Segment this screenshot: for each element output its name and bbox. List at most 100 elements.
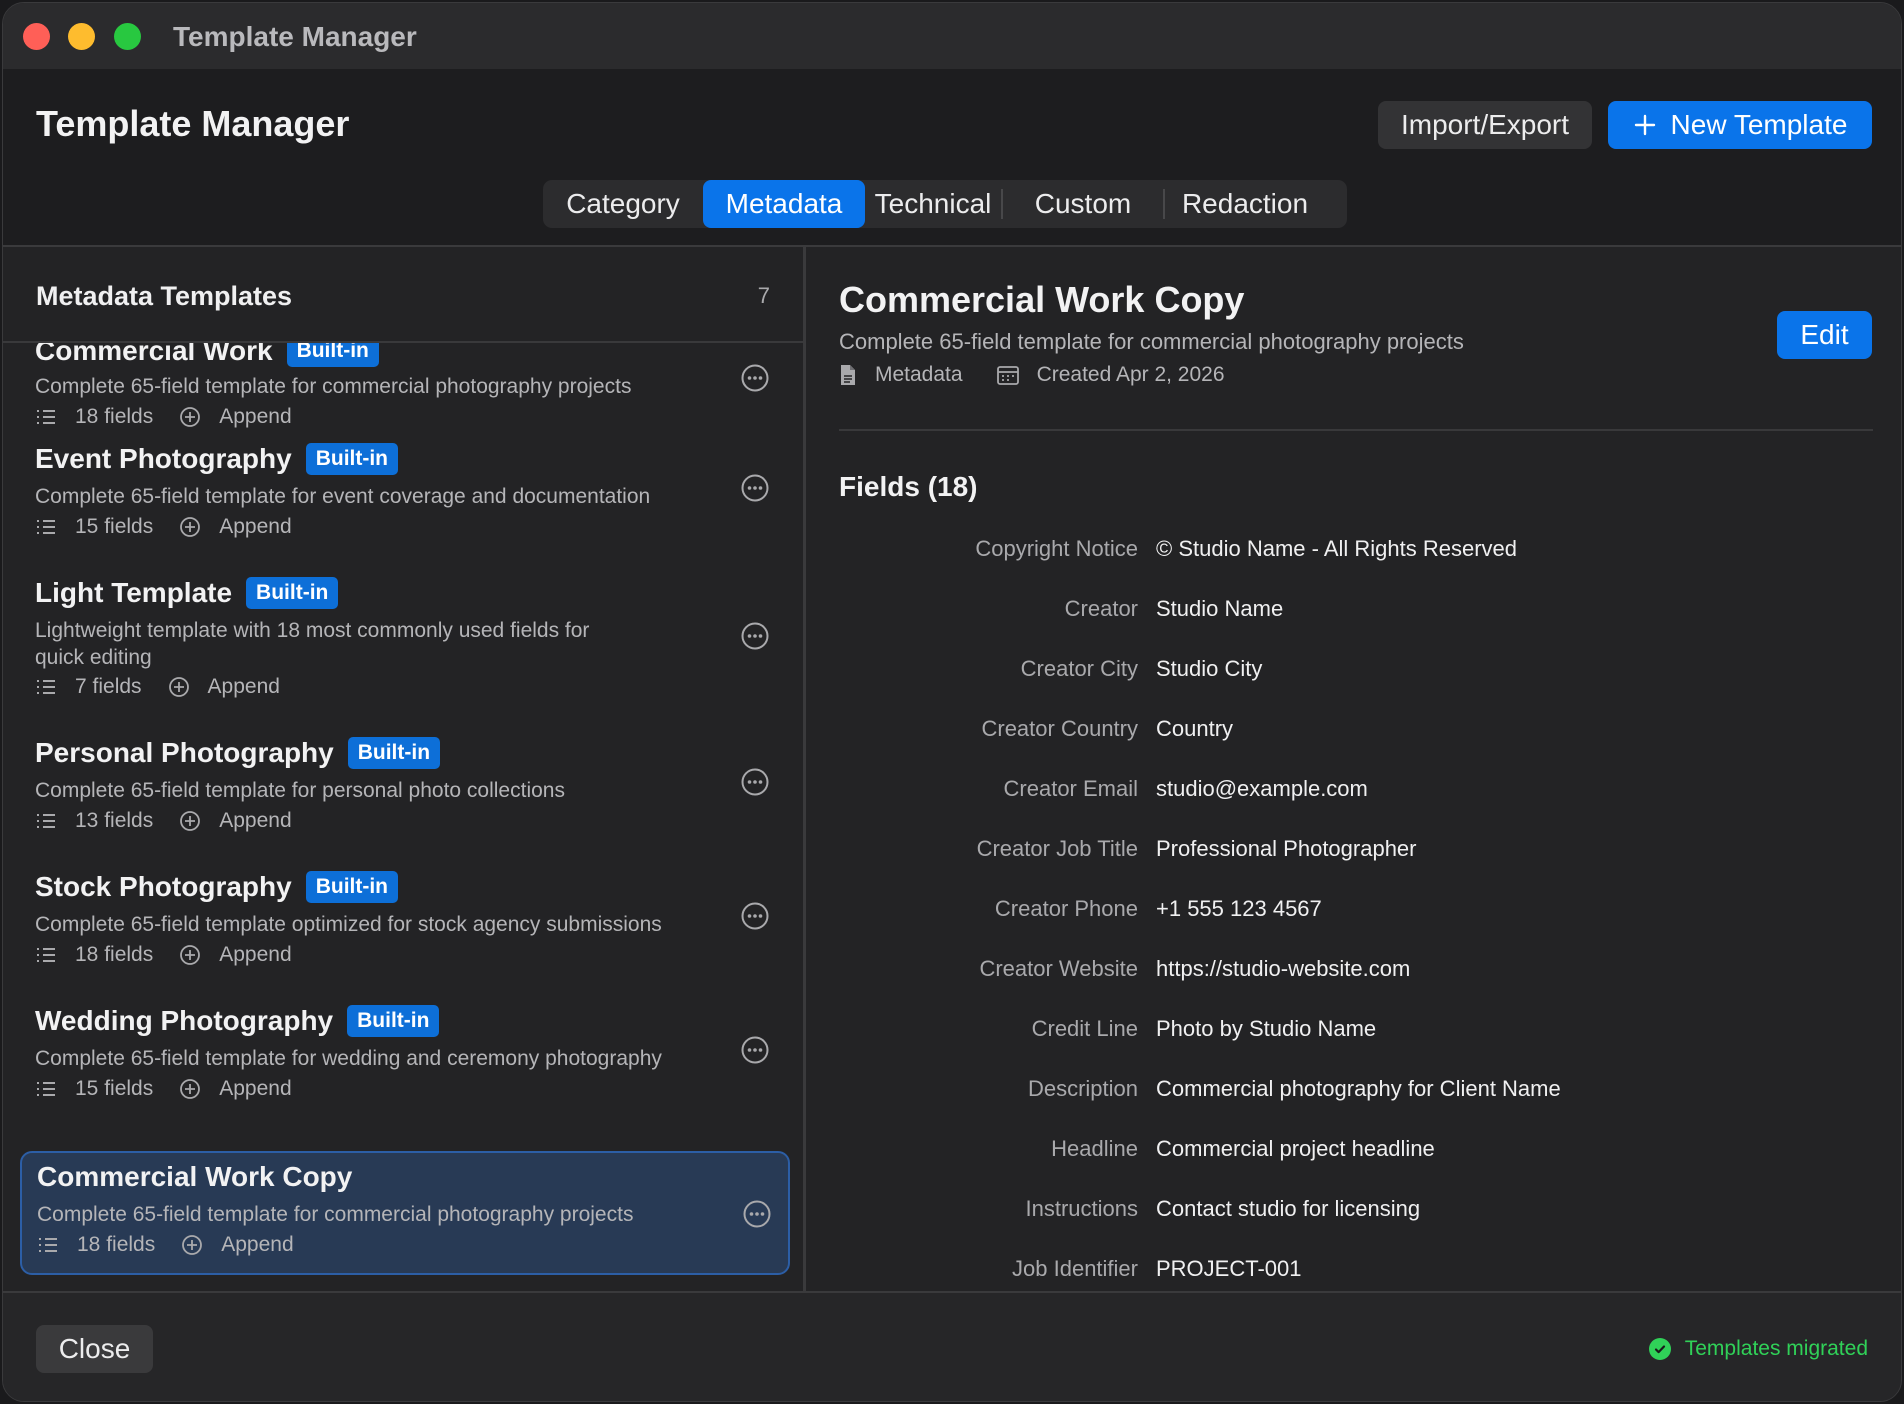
list-item[interactable]: Commercial Work Built-in Complete 65-fie… bbox=[20, 343, 790, 435]
item-mode: Append bbox=[219, 405, 292, 428]
status-text: Templates migrated bbox=[1684, 1337, 1868, 1360]
new-template-label: New Template bbox=[1670, 109, 1848, 140]
category-tabs: Category Metadata Technical Custom Redac… bbox=[543, 180, 1347, 228]
item-title: Light Template bbox=[35, 577, 233, 608]
field-value: studio@example.com bbox=[1156, 776, 1368, 801]
tab-custom[interactable]: Custom bbox=[1003, 180, 1163, 228]
item-meta: 18 fields Append bbox=[37, 1233, 294, 1257]
append-icon bbox=[180, 407, 201, 427]
title-bar: Template Manager bbox=[3, 3, 1901, 69]
more-options-icon[interactable] bbox=[740, 473, 770, 503]
item-title: Wedding Photography bbox=[35, 1005, 334, 1036]
tab-technical[interactable]: Technical bbox=[865, 180, 1001, 228]
item-meta: 18 fields Append bbox=[35, 405, 292, 429]
item-description: Complete 65-field template for commercia… bbox=[37, 1203, 634, 1226]
close-window-button[interactable] bbox=[23, 23, 50, 50]
minimize-window-button[interactable] bbox=[68, 23, 95, 50]
detail-title: Commercial Work Copy bbox=[839, 279, 1245, 320]
list-item[interactable]: Light Template Built-in Lightweight temp… bbox=[20, 569, 790, 699]
header: Template Manager Import/Export New Templ… bbox=[3, 69, 1901, 247]
item-meta: 15 fields Append bbox=[35, 1077, 292, 1101]
field-row: Creator Country Country bbox=[806, 709, 1901, 749]
built-in-badge: Built-in bbox=[305, 443, 399, 475]
item-description: Complete 65-field template for personal … bbox=[35, 779, 565, 802]
field-value: Professional Photographer bbox=[1156, 836, 1417, 861]
zoom-window-button[interactable] bbox=[114, 23, 141, 50]
field-row: Copyright Notice © Studio Name - All Rig… bbox=[806, 529, 1901, 569]
field-label: Creator Email bbox=[1003, 776, 1138, 801]
item-meta: 13 fields Append bbox=[35, 809, 292, 833]
list-item[interactable]: Stock Photography Built-in Complete 65-f… bbox=[20, 863, 790, 973]
item-meta: 18 fields Append bbox=[35, 943, 292, 967]
more-options-icon[interactable] bbox=[740, 901, 770, 931]
field-label: Creator Country bbox=[981, 716, 1138, 741]
field-value: Studio Name bbox=[1156, 596, 1284, 621]
more-options-icon[interactable] bbox=[740, 767, 770, 797]
field-row: Creator Email studio@example.com bbox=[806, 769, 1901, 809]
field-row: Creator Website https://studio-website.c… bbox=[806, 949, 1901, 989]
item-description: Complete 65-field template for event cov… bbox=[35, 485, 651, 508]
item-mode: Append bbox=[219, 809, 292, 832]
detail-meta: Metadata Created Apr 2, 2026 bbox=[839, 363, 1225, 387]
built-in-badge: Built-in bbox=[246, 577, 339, 609]
item-description: Complete 65-field template optimized for… bbox=[35, 913, 662, 936]
field-label: Creator bbox=[1064, 596, 1138, 621]
field-row: Creator City Studio City bbox=[806, 649, 1901, 689]
document-icon bbox=[841, 365, 855, 385]
item-mode: Append bbox=[221, 1233, 294, 1256]
field-value: Photo by Studio Name bbox=[1156, 1016, 1377, 1041]
footer: Close Templates migrated bbox=[3, 1291, 1901, 1401]
list-item-selected[interactable]: Commercial Work Copy Complete 65-field t… bbox=[20, 1151, 790, 1275]
field-label: Headline bbox=[1051, 1136, 1138, 1161]
list-icon bbox=[39, 1238, 57, 1252]
more-options-icon[interactable] bbox=[740, 1035, 770, 1065]
field-value: © Studio Name - All Rights Reserved bbox=[1156, 536, 1518, 561]
list-title: Metadata Templates bbox=[36, 281, 293, 311]
more-options-icon[interactable] bbox=[742, 1199, 772, 1229]
field-row: Credit Line Photo by Studio Name bbox=[806, 1009, 1901, 1049]
append-icon bbox=[180, 517, 201, 537]
tab-category[interactable]: Category bbox=[543, 180, 703, 228]
field-row: Creator Studio Name bbox=[806, 589, 1901, 629]
more-options-icon[interactable] bbox=[740, 621, 770, 651]
list-icon bbox=[37, 1082, 55, 1096]
field-label: Creator City bbox=[1020, 656, 1138, 681]
template-list[interactable]: Commercial Work Built-in Complete 65-fie… bbox=[3, 343, 803, 1291]
new-template-button[interactable]: New Template bbox=[1608, 101, 1872, 149]
list-header: Metadata Templates 7 bbox=[3, 247, 803, 343]
item-field-count: 18 fields bbox=[75, 405, 154, 428]
detail-created: Created Apr 2, 2026 bbox=[1036, 363, 1225, 386]
item-description: Lightweight template with 18 most common… bbox=[35, 619, 590, 669]
field-label: Credit Line bbox=[1031, 1016, 1138, 1041]
divider bbox=[839, 429, 1873, 431]
built-in-badge: Built-in bbox=[347, 1005, 440, 1037]
template-list-panel: Metadata Templates 7 Commercial Work Bui… bbox=[3, 247, 805, 1291]
field-value: Country bbox=[1156, 716, 1234, 741]
item-title: Event Photography bbox=[35, 443, 292, 474]
item-meta: 7 fields Append bbox=[35, 675, 280, 699]
list-item[interactable]: Wedding Photography Built-in Complete 65… bbox=[20, 997, 790, 1107]
item-mode: Append bbox=[219, 515, 292, 538]
field-label: Job Identifier bbox=[1012, 1256, 1138, 1281]
plus-icon bbox=[1634, 114, 1655, 136]
close-button[interactable]: Close bbox=[36, 1325, 153, 1373]
list-item[interactable]: Personal Photography Built-in Complete 6… bbox=[20, 729, 790, 839]
field-row: Description Commercial photography for C… bbox=[806, 1069, 1901, 1109]
item-meta: 15 fields Append bbox=[35, 515, 292, 539]
tab-redaction[interactable]: Redaction bbox=[1165, 180, 1325, 228]
list-icon bbox=[37, 814, 55, 828]
edit-button[interactable]: Edit bbox=[1777, 311, 1872, 359]
field-value: Studio City bbox=[1156, 656, 1263, 681]
more-options-icon[interactable] bbox=[740, 363, 770, 393]
import-export-button[interactable]: Import/Export bbox=[1378, 101, 1592, 149]
tab-metadata[interactable]: Metadata bbox=[703, 180, 865, 228]
append-icon bbox=[180, 811, 201, 831]
field-value: Commercial project headline bbox=[1156, 1136, 1435, 1161]
field-label: Creator Job Title bbox=[976, 836, 1138, 861]
append-icon bbox=[180, 945, 201, 965]
list-item[interactable]: Event Photography Built-in Complete 65-f… bbox=[20, 435, 790, 545]
detail-description: Complete 65-field template for commercia… bbox=[839, 329, 1464, 354]
fields-heading: Fields (18) bbox=[839, 471, 978, 502]
append-icon bbox=[168, 677, 189, 697]
field-row: Instructions Contact studio for licensin… bbox=[806, 1189, 1901, 1229]
